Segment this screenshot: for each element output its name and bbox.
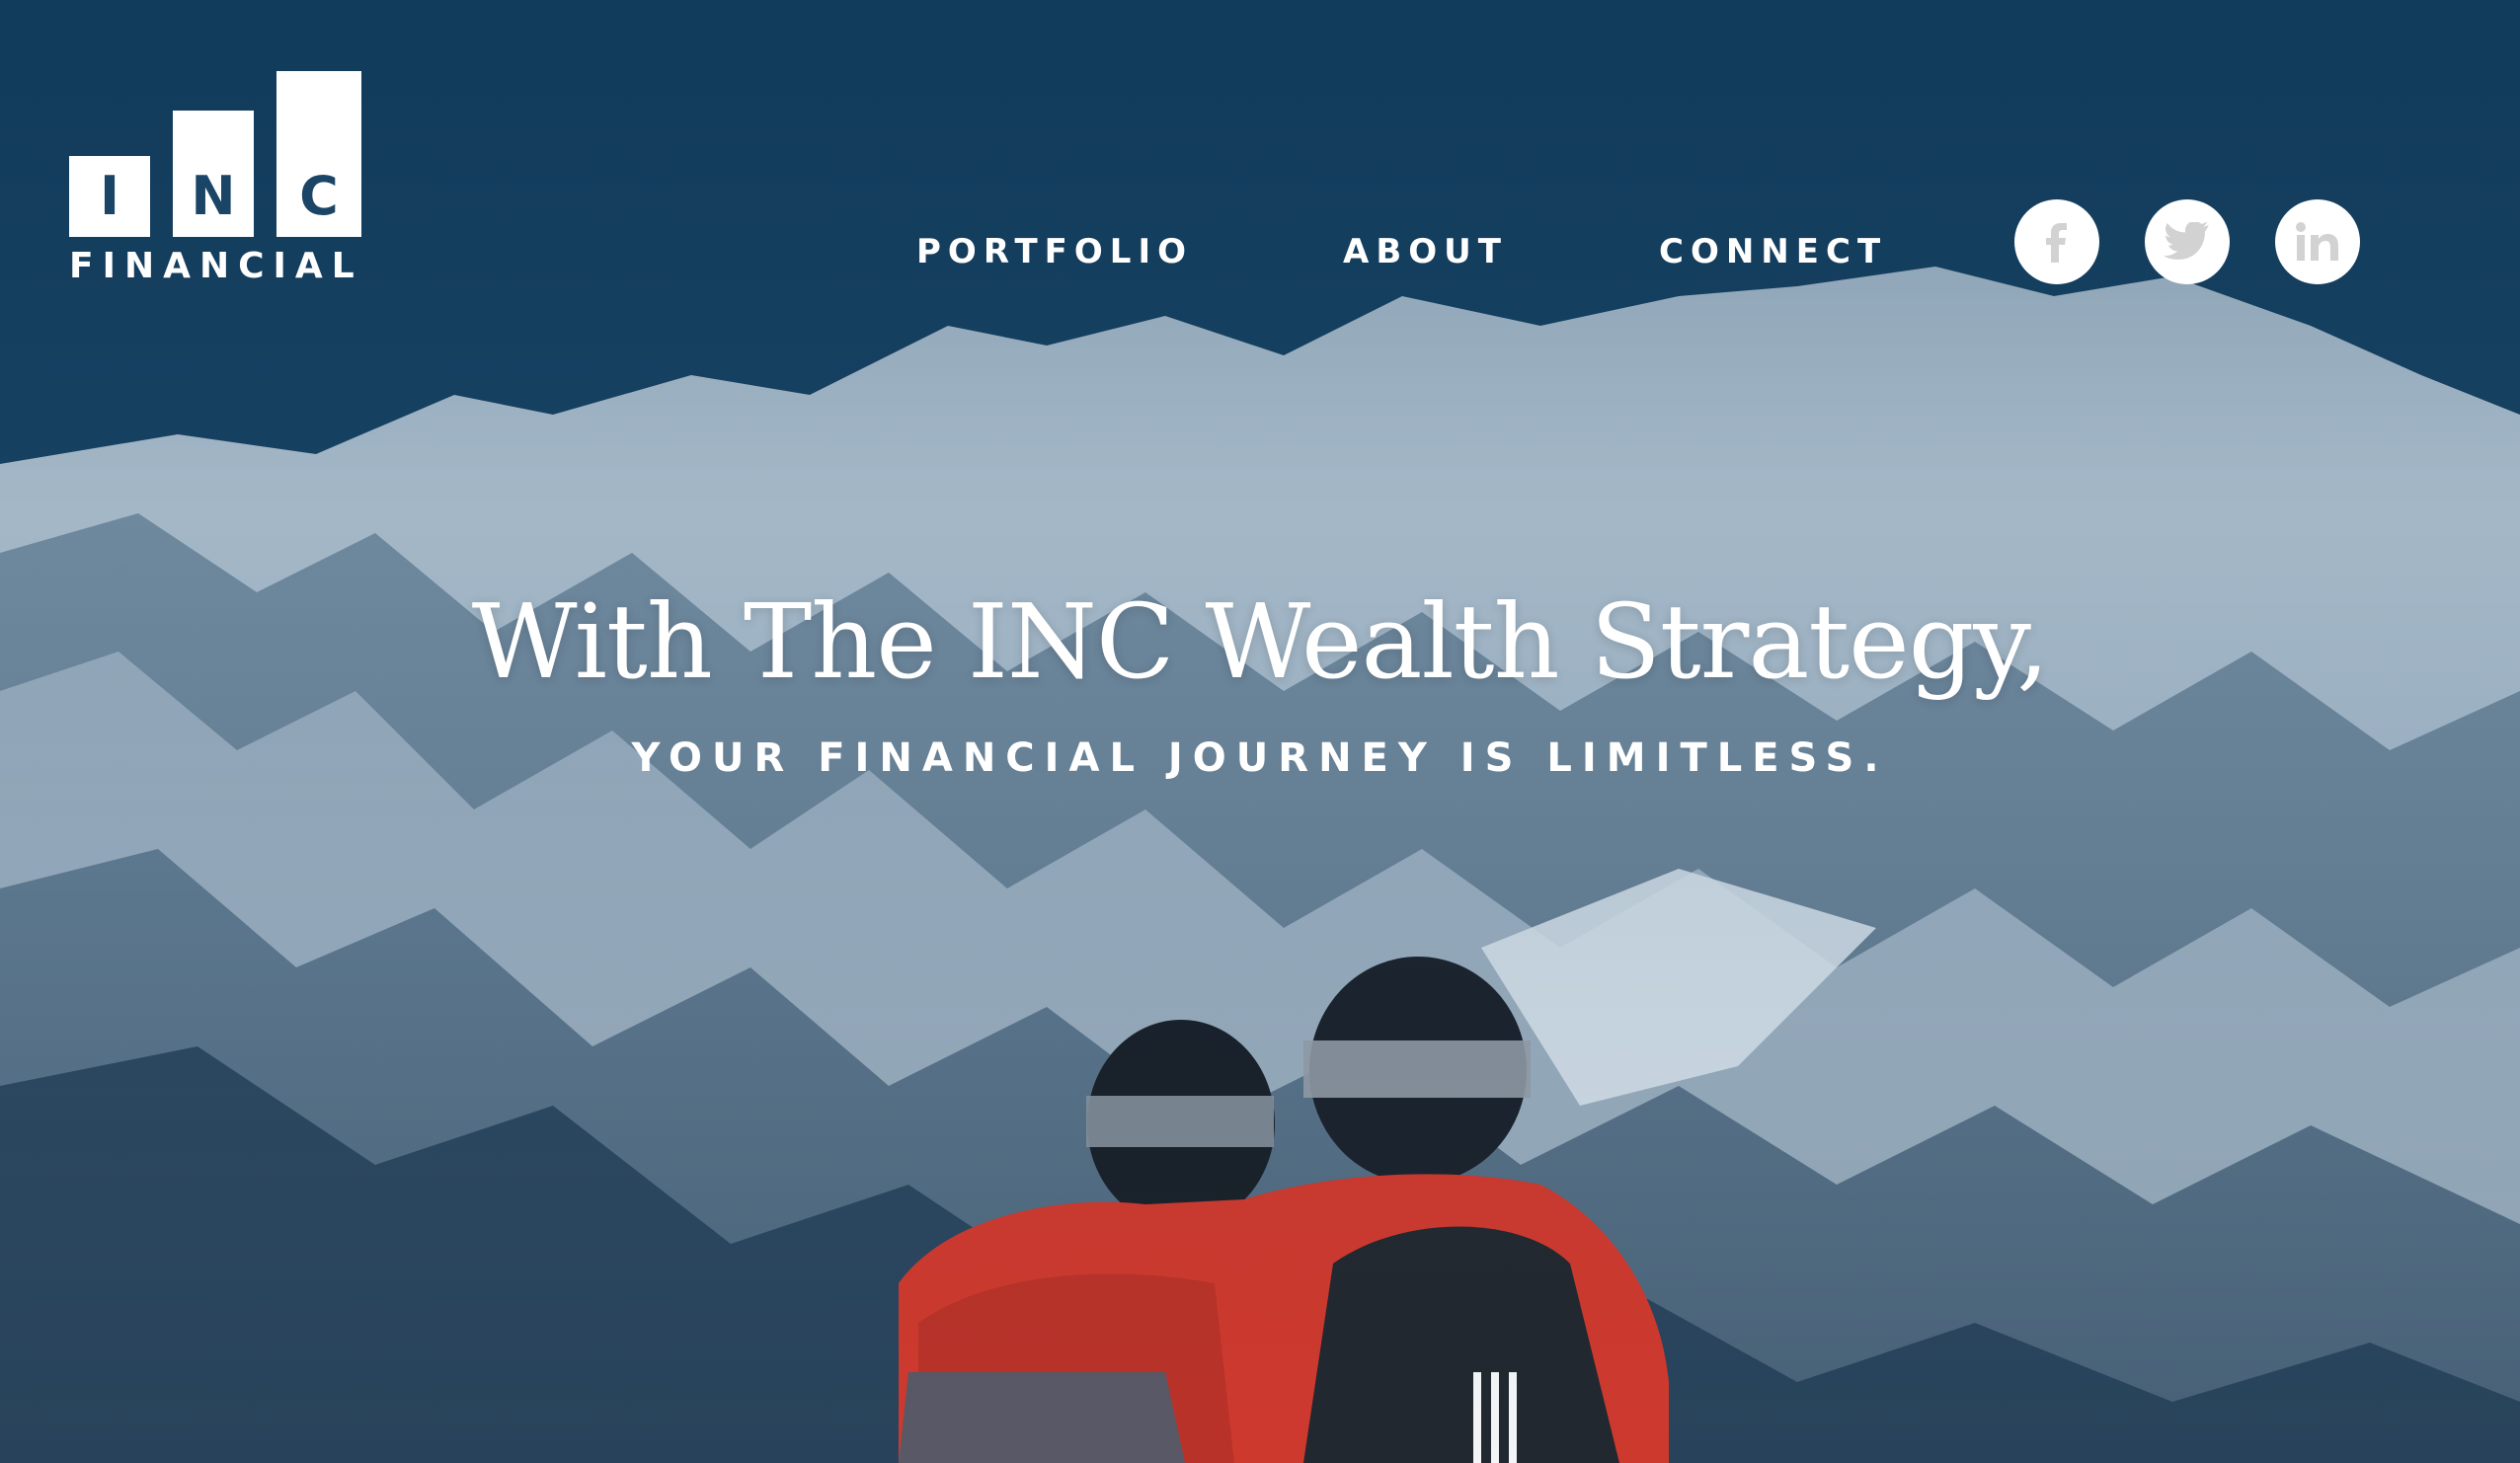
logo-wordmark: FINANCIAL: [69, 246, 363, 286]
linkedin-icon: [2296, 222, 2338, 261]
logo-letter-c: C: [299, 165, 339, 227]
logo-bar-tall: C: [276, 71, 361, 237]
hero-section: I N C FINANCIAL PORTFOLIO ABOUT CONNECT: [0, 0, 2520, 1463]
nav-link-about[interactable]: ABOUT: [1343, 227, 1508, 276]
nav-link-connect[interactable]: CONNECT: [1659, 227, 1887, 276]
social-links: [2014, 199, 2360, 286]
logo-bar-short: I: [69, 156, 150, 237]
logo-letter-i: I: [99, 165, 120, 227]
hero-subheadline: YOUR FINANCIAL JOURNEY IS LIMITLESS.: [631, 735, 1889, 781]
twitter-link[interactable]: [2145, 199, 2230, 284]
nav-link-portfolio[interactable]: PORTFOLIO: [916, 227, 1193, 276]
hero-headline: With The INC Wealth Strategy,: [471, 581, 2050, 702]
logo-bar-medium: N: [173, 111, 254, 237]
twitter-icon: [2164, 222, 2209, 260]
logo-letter-n: N: [191, 165, 236, 227]
facebook-icon: [2046, 223, 2067, 263]
linkedin-link[interactable]: [2275, 199, 2360, 284]
inc-financial-logo[interactable]: I N C FINANCIAL: [69, 69, 361, 286]
facebook-link[interactable]: [2014, 199, 2099, 284]
